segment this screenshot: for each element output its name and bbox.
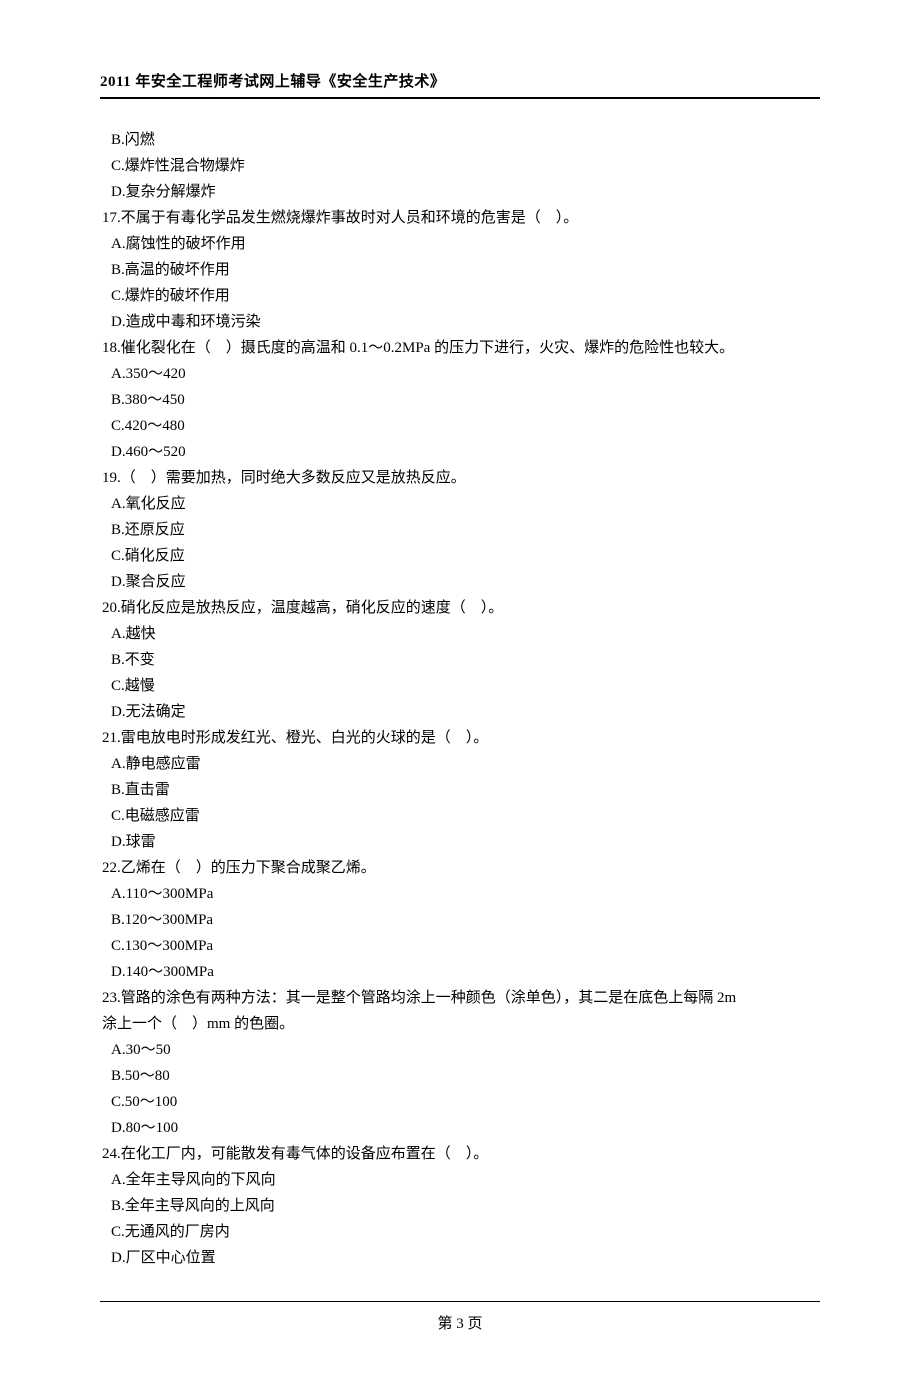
option-line: B.全年主导风向的上风向: [100, 1193, 820, 1219]
question-line: 22.乙烯在（ ）的压力下聚合成聚乙烯。: [100, 855, 820, 881]
option-line: C.硝化反应: [100, 543, 820, 569]
question-content: B.闪燃C.爆炸性混合物爆炸D.复杂分解爆炸17.不属于有毒化学品发生燃烧爆炸事…: [100, 127, 820, 1271]
option-line: D.造成中毒和环境污染: [100, 309, 820, 335]
option-line: D.球雷: [100, 829, 820, 855]
option-line: D.无法确定: [100, 699, 820, 725]
option-line: A.越快: [100, 621, 820, 647]
option-line: A.30～50: [100, 1037, 820, 1063]
option-line: D.厂区中心位置: [100, 1245, 820, 1271]
option-line: C.爆炸的破坏作用: [100, 283, 820, 309]
option-line: A.全年主导风向的下风向: [100, 1167, 820, 1193]
option-line: D.80～100: [100, 1115, 820, 1141]
option-line: B.不变: [100, 647, 820, 673]
option-line: B.120～300MPa: [100, 907, 820, 933]
document-page: 2011 年安全工程师考试网上辅导《安全生产技术》 B.闪燃C.爆炸性混合物爆炸…: [0, 0, 920, 1383]
option-line: A.110～300MPa: [100, 881, 820, 907]
option-line: C.无通风的厂房内: [100, 1219, 820, 1245]
option-line: B.直击雷: [100, 777, 820, 803]
question-line: 17.不属于有毒化学品发生燃烧爆炸事故时对人员和环境的危害是（ ）。: [100, 205, 820, 231]
option-line: A.氧化反应: [100, 491, 820, 517]
option-line: D.140～300MPa: [100, 959, 820, 985]
option-line: D.复杂分解爆炸: [100, 179, 820, 205]
option-line: C.130～300MPa: [100, 933, 820, 959]
option-line: D.聚合反应: [100, 569, 820, 595]
question-line: 涂上一个（ ）mm 的色圈。: [100, 1011, 820, 1037]
option-line: C.越慢: [100, 673, 820, 699]
page-footer: 第 3 页: [100, 1310, 820, 1333]
page-header: 2011 年安全工程师考试网上辅导《安全生产技术》: [100, 70, 820, 99]
option-line: A.腐蚀性的破坏作用: [100, 231, 820, 257]
option-line: B.50～80: [100, 1063, 820, 1089]
question-line: 23.管路的涂色有两种方法：其一是整个管路均涂上一种颜色（涂单色），其二是在底色…: [100, 985, 820, 1011]
option-line: C.电磁感应雷: [100, 803, 820, 829]
question-line: 18.催化裂化在（ ）摄氏度的高温和 0.1～0.2MPa 的压力下进行，火灾、…: [100, 335, 820, 361]
question-line: 20.硝化反应是放热反应，温度越高，硝化反应的速度（ ）。: [100, 595, 820, 621]
question-line: 21.雷电放电时形成发红光、橙光、白光的火球的是（ ）。: [100, 725, 820, 751]
option-line: B.高温的破坏作用: [100, 257, 820, 283]
question-line: 19.（ ）需要加热，同时绝大多数反应又是放热反应。: [100, 465, 820, 491]
option-line: C.50～100: [100, 1089, 820, 1115]
option-line: B.380～450: [100, 387, 820, 413]
option-line: C.420～480: [100, 413, 820, 439]
question-line: 24.在化工厂内，可能散发有毒气体的设备应布置在（ ）。: [100, 1141, 820, 1167]
option-line: B.闪燃: [100, 127, 820, 153]
footer-rule: [100, 1301, 820, 1310]
option-line: A.静电感应雷: [100, 751, 820, 777]
option-line: C.爆炸性混合物爆炸: [100, 153, 820, 179]
option-line: B.还原反应: [100, 517, 820, 543]
option-line: A.350～420: [100, 361, 820, 387]
option-line: D.460～520: [100, 439, 820, 465]
